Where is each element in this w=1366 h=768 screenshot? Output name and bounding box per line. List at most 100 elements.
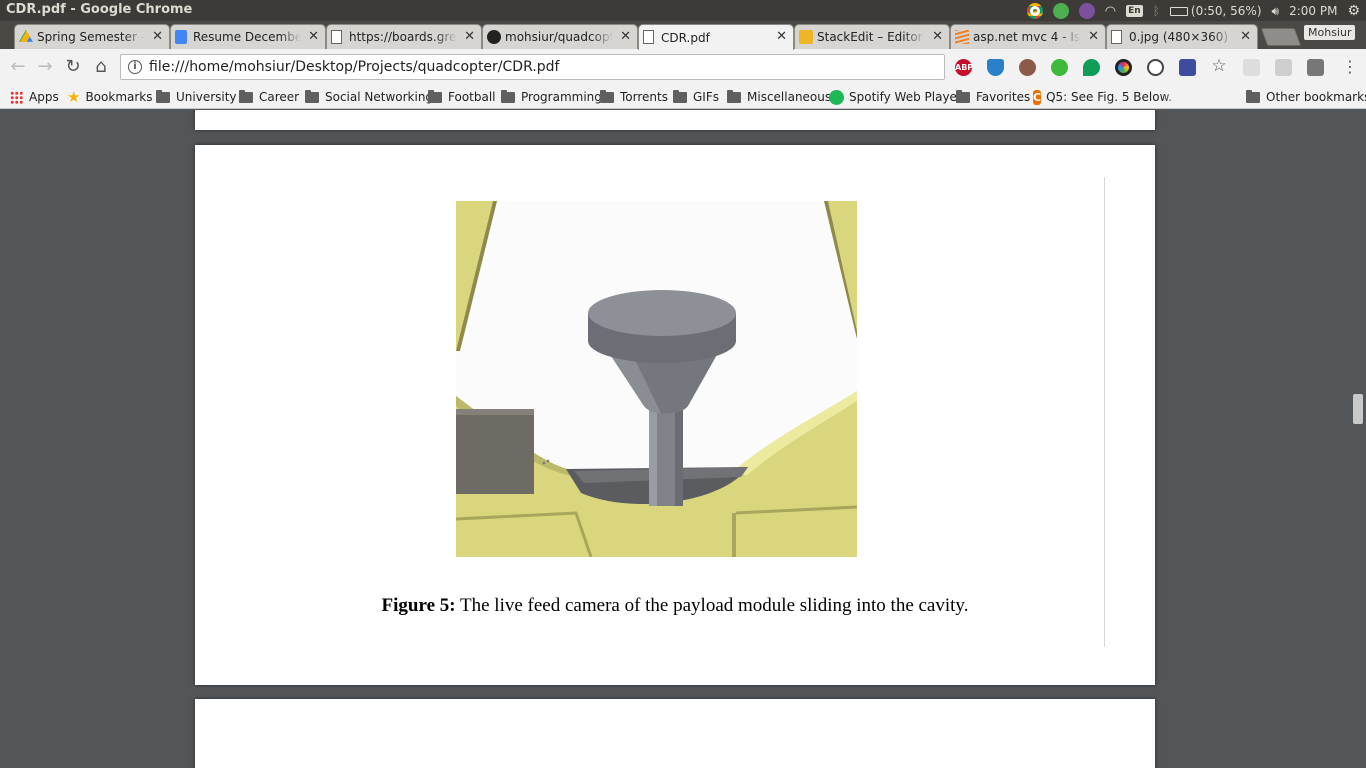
wordpress-icon[interactable] [1147, 59, 1164, 76]
keyboard-layout[interactable]: En [1126, 5, 1143, 17]
close-icon[interactable]: ✕ [620, 29, 631, 44]
chrome-menu-icon[interactable]: ⋮ [1339, 56, 1361, 78]
wifi-icon[interactable]: ◠ [1105, 4, 1116, 19]
reload-button[interactable]: ↻ [62, 56, 84, 78]
bookmark-label: University [176, 90, 237, 104]
tab-github[interactable]: mohsiur/quadcopte ✕ [482, 24, 638, 49]
back-button[interactable]: ← [7, 56, 29, 78]
settings-gear-icon[interactable]: ⚙ [1347, 3, 1360, 19]
tab-label: Spring Semester - C [37, 30, 145, 44]
bookmark-folder-university[interactable]: University [156, 89, 237, 105]
stackedit-icon [799, 30, 813, 44]
tab-aspnet[interactable]: asp.net mvc 4 - Is it ✕ [950, 24, 1106, 49]
folder-icon [600, 89, 614, 103]
bookmark-label: Q5: See Fig. 5 Below. T [1046, 90, 1171, 104]
adblock-plus-icon[interactable]: ABP [955, 59, 973, 76]
bookmark-folder-favorites[interactable]: Favorites [956, 89, 1030, 105]
google-docs-icon [175, 30, 187, 44]
hangouts-extension-icon[interactable] [1083, 59, 1100, 76]
tab-resume[interactable]: Resume December ✕ [170, 24, 326, 49]
extension-dss-icon[interactable] [1275, 59, 1292, 76]
battery-icon [1169, 6, 1188, 16]
close-icon[interactable]: ✕ [152, 29, 163, 44]
vpn-shield-icon[interactable] [987, 59, 1004, 76]
folder-icon [1246, 89, 1260, 103]
bookmark-label: Torrents [620, 90, 668, 104]
bookmark-folder-miscellaneous[interactable]: Miscellaneous [727, 89, 831, 105]
figure-number: Figure 5: [381, 595, 456, 616]
extension-feather-icon[interactable] [1243, 59, 1260, 76]
info-icon[interactable]: i [128, 60, 142, 74]
home-button[interactable]: ⌂ [90, 56, 112, 78]
bookmark-folder-football[interactable]: Football [428, 89, 496, 105]
close-icon[interactable]: ✕ [1088, 29, 1099, 44]
bookmarks-bar: Apps ★ Bookmarks University Career Socia… [0, 84, 1366, 109]
bookmark-folder-torrents[interactable]: Torrents [600, 89, 668, 105]
tab-boards[interactable]: https://boards.gree ✕ [326, 24, 482, 49]
clock[interactable]: 2:00 PM [1289, 4, 1337, 18]
close-icon[interactable]: ✕ [464, 29, 475, 44]
battery-status: (0:50, 56%) [1190, 4, 1262, 18]
margin-rule [1104, 177, 1105, 647]
bookmark-label: Social Networking [325, 90, 434, 104]
colorful-extension-icon[interactable] [1115, 59, 1132, 76]
bookmark-bookmarks[interactable]: ★ Bookmarks [67, 88, 153, 106]
folder-icon [156, 89, 170, 103]
tab-strip: Spring Semester - C ✕ Resume December ✕ … [0, 21, 1366, 50]
folder-icon [428, 89, 442, 103]
pdf-viewer[interactable]: Figure 5: The live feed camera of the pa… [0, 110, 1366, 768]
chegg-icon: C [1033, 89, 1042, 105]
close-icon[interactable]: ✕ [308, 29, 319, 44]
tab-spring-semester[interactable]: Spring Semester - C ✕ [14, 24, 170, 49]
folder-icon [673, 89, 687, 103]
volume-icon[interactable]: 🔊︎ [1272, 4, 1280, 19]
bookmark-label: Career [259, 90, 300, 104]
hangouts-icon[interactable] [1052, 3, 1069, 19]
bookmark-folder-gifs[interactable]: GIFs [673, 89, 719, 105]
extension-puzzle-icon[interactable] [1307, 59, 1324, 76]
bookmark-label: GIFs [693, 90, 719, 104]
forward-button[interactable]: → [34, 56, 56, 78]
new-tab-button[interactable] [1260, 28, 1302, 46]
pdf-page-previous [195, 110, 1155, 130]
close-icon[interactable]: ✕ [932, 29, 943, 44]
tab-label: asp.net mvc 4 - Is it [973, 30, 1081, 44]
browser-toolbar: ← → ↻ ⌂ i file:///home/mohsiur/Desktop/P… [0, 49, 1366, 84]
figure-image [456, 201, 857, 557]
close-icon[interactable]: ✕ [776, 29, 787, 44]
bookmark-label: Football [448, 90, 496, 104]
profile-button[interactable]: Mohsiur [1304, 25, 1356, 40]
tab-label: mohsiur/quadcopte [505, 30, 613, 44]
bookmark-spotify[interactable]: Spotify Web Player [829, 89, 962, 105]
bookmark-other-bookmarks[interactable]: Other bookmarks [1246, 89, 1366, 105]
pdf-page-next [195, 699, 1155, 768]
scrollbar-thumb[interactable] [1353, 394, 1363, 424]
github-icon [487, 30, 501, 44]
bookmark-star-icon[interactable]: ☆ [1208, 55, 1230, 77]
tab-stackedit[interactable]: StackEdit – Editor ✕ [794, 24, 950, 49]
zotero-icon[interactable] [1179, 59, 1196, 76]
chrome-icon[interactable] [1026, 3, 1043, 19]
figure-caption: Figure 5: The live feed camera of the pa… [195, 595, 1155, 617]
spotify-icon [829, 89, 844, 105]
battery-indicator[interactable]: (0:50, 56%) [1169, 4, 1262, 18]
window-title: CDR.pdf - Google Chrome [6, 2, 193, 17]
bookmark-apps[interactable]: Apps [10, 89, 59, 105]
bluetooth-icon[interactable]: ᛒ [1153, 4, 1160, 18]
page-icon [1111, 30, 1122, 44]
folder-icon [956, 89, 970, 103]
bookmark-folder-career[interactable]: Career [239, 89, 299, 105]
coconut-extension-icon[interactable] [1019, 59, 1036, 76]
close-icon[interactable]: ✕ [1240, 29, 1251, 44]
tab-cdr-pdf[interactable]: CDR.pdf ✕ [638, 24, 794, 50]
address-bar[interactable]: i file:///home/mohsiur/Desktop/Projects/… [120, 54, 945, 80]
stackoverflow-icon [955, 30, 969, 44]
bookmark-folder-social-networking[interactable]: Social Networking [305, 89, 433, 105]
tab-label: 0.jpg (480×360) [1129, 30, 1229, 44]
bookmark-chegg-q5[interactable]: C Q5: See Fig. 5 Below. T [1033, 89, 1171, 105]
tab-image[interactable]: 0.jpg (480×360) ✕ [1106, 24, 1258, 49]
bookmark-label: Programming [521, 90, 602, 104]
viber-icon[interactable] [1078, 3, 1095, 19]
pushbullet-icon[interactable] [1051, 59, 1068, 76]
bookmark-folder-programming[interactable]: Programming [501, 89, 602, 105]
